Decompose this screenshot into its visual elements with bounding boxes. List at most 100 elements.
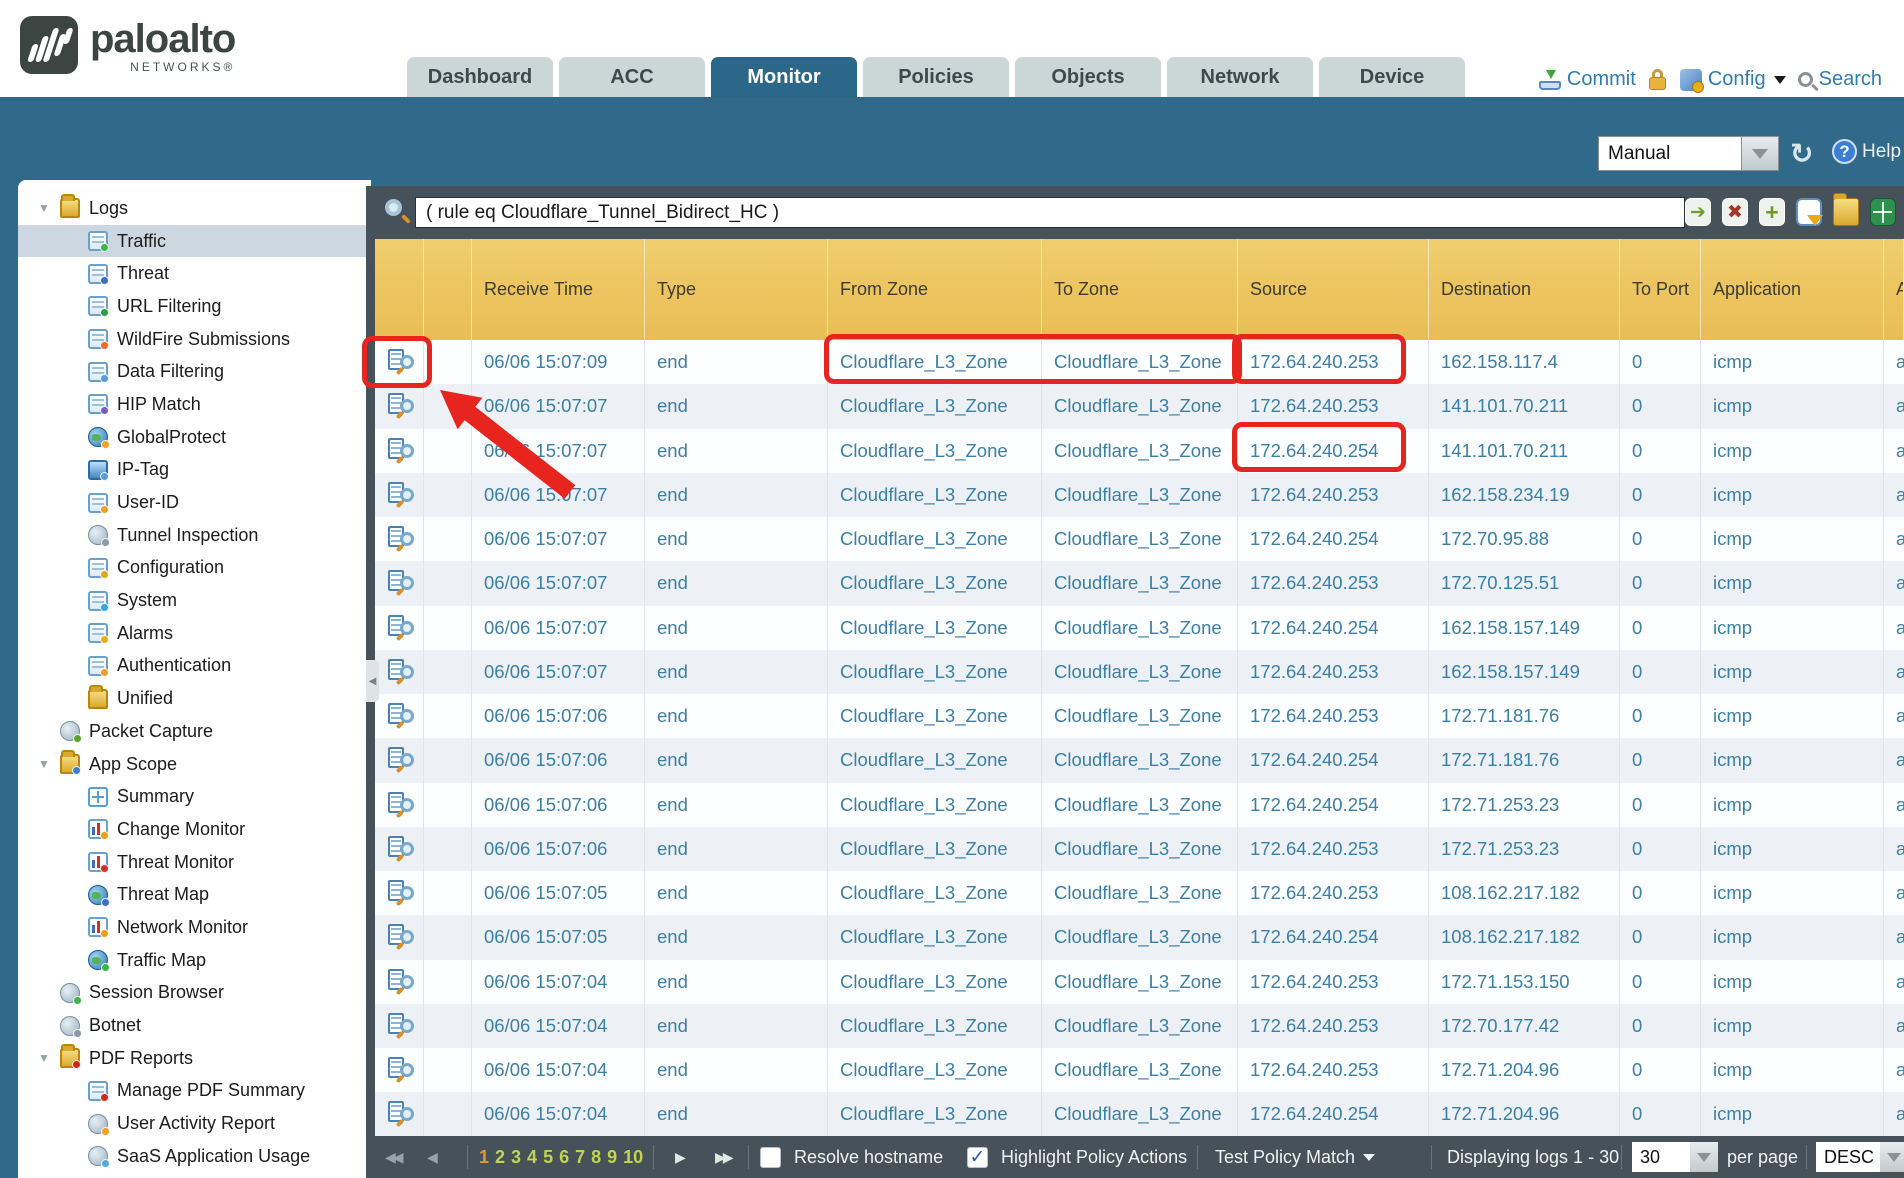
action-cell[interactable]: a: [1884, 429, 1904, 473]
application-cell[interactable]: icmp: [1701, 783, 1884, 827]
sidebar-item-threat-monitor[interactable]: Threat Monitor: [18, 846, 371, 879]
to-port-cell[interactable]: 0: [1620, 473, 1701, 517]
column-header-application[interactable]: Application: [1701, 239, 1884, 340]
application-cell[interactable]: icmp: [1701, 384, 1884, 428]
to-port-cell[interactable]: 0: [1620, 1092, 1701, 1136]
application-cell[interactable]: icmp: [1701, 340, 1884, 384]
sort-order-select[interactable]: DESC: [1816, 1136, 1904, 1178]
source-cell[interactable]: 172.64.240.253: [1238, 340, 1429, 384]
sidebar-item-system[interactable]: System: [18, 584, 371, 617]
type-cell[interactable]: end: [645, 384, 828, 428]
refresh-interval-select[interactable]: Manual: [1598, 136, 1779, 171]
sidebar-item-logs[interactable]: ▼Logs: [18, 192, 371, 225]
column-header-source[interactable]: Source: [1238, 239, 1429, 340]
action-cell[interactable]: a: [1884, 561, 1904, 605]
destination-cell[interactable]: 172.71.181.76: [1429, 694, 1620, 738]
application-cell[interactable]: icmp: [1701, 1048, 1884, 1092]
action-cell[interactable]: a: [1884, 694, 1904, 738]
log-detail-icon[interactable]: [388, 880, 414, 906]
type-cell[interactable]: end: [645, 517, 828, 561]
to-port-cell[interactable]: 0: [1620, 871, 1701, 915]
action-cell[interactable]: a: [1884, 1048, 1904, 1092]
action-cell[interactable]: a: [1884, 783, 1904, 827]
from-zone-cell[interactable]: Cloudflare_L3_Zone: [828, 827, 1042, 871]
destination-cell[interactable]: 172.71.153.150: [1429, 960, 1620, 1004]
action-cell[interactable]: a: [1884, 340, 1904, 384]
source-cell[interactable]: 172.64.240.253: [1238, 650, 1429, 694]
to-port-cell[interactable]: 0: [1620, 694, 1701, 738]
sidebar-item-data-filtering[interactable]: Data Filtering: [18, 355, 371, 388]
to-port-cell[interactable]: 0: [1620, 384, 1701, 428]
destination-cell[interactable]: 172.70.125.51: [1429, 561, 1620, 605]
type-cell[interactable]: end: [645, 738, 828, 782]
source-cell[interactable]: 172.64.240.254: [1238, 1092, 1429, 1136]
action-cell[interactable]: a: [1884, 606, 1904, 650]
from-zone-cell[interactable]: Cloudflare_L3_Zone: [828, 915, 1042, 959]
from-zone-cell[interactable]: Cloudflare_L3_Zone: [828, 1048, 1042, 1092]
sidebar-item-alarms[interactable]: Alarms: [18, 617, 371, 650]
page-number-9[interactable]: 9: [607, 1147, 617, 1168]
config-menu-button[interactable]: Config: [1680, 68, 1786, 91]
to-port-cell[interactable]: 0: [1620, 783, 1701, 827]
log-detail-icon[interactable]: [388, 836, 414, 862]
from-zone-cell[interactable]: Cloudflare_L3_Zone: [828, 429, 1042, 473]
application-cell[interactable]: icmp: [1701, 606, 1884, 650]
page-number-1[interactable]: 1: [479, 1147, 489, 1168]
sidebar-item-botnet[interactable]: Botnet: [18, 1009, 371, 1042]
source-cell[interactable]: 172.64.240.253: [1238, 871, 1429, 915]
destination-cell[interactable]: 172.71.253.23: [1429, 783, 1620, 827]
application-cell[interactable]: icmp: [1701, 429, 1884, 473]
from-zone-cell[interactable]: Cloudflare_L3_Zone: [828, 694, 1042, 738]
type-cell[interactable]: end: [645, 827, 828, 871]
source-cell[interactable]: 172.64.240.253: [1238, 1004, 1429, 1048]
tab-acc[interactable]: ACC: [559, 57, 705, 97]
sidebar-item-network-monitor[interactable]: Network Monitor: [18, 911, 371, 944]
to-port-cell[interactable]: 0: [1620, 650, 1701, 694]
tab-network[interactable]: Network: [1167, 57, 1313, 97]
column-header-to-port[interactable]: To Port: [1620, 239, 1701, 340]
destination-cell[interactable]: 172.71.204.96: [1429, 1092, 1620, 1136]
action-cell[interactable]: a: [1884, 517, 1904, 561]
destination-cell[interactable]: 172.71.181.76: [1429, 738, 1620, 782]
source-cell[interactable]: 172.64.240.253: [1238, 960, 1429, 1004]
source-cell[interactable]: 172.64.240.254: [1238, 517, 1429, 561]
test-policy-match-button[interactable]: Test Policy Match: [1215, 1136, 1375, 1178]
sidebar-item-threat-map[interactable]: Threat Map: [18, 878, 371, 911]
log-detail-icon[interactable]: [388, 1057, 414, 1083]
destination-cell[interactable]: 162.158.234.19: [1429, 473, 1620, 517]
to-zone-cell[interactable]: Cloudflare_L3_Zone: [1042, 473, 1238, 517]
page-number-8[interactable]: 8: [591, 1147, 601, 1168]
sidebar-item-threat[interactable]: Threat: [18, 257, 371, 290]
column-header-to-zone[interactable]: To Zone: [1042, 239, 1238, 340]
sidebar-item-tunnel-inspection[interactable]: Tunnel Inspection: [18, 519, 371, 552]
column-header-from-zone[interactable]: From Zone: [828, 239, 1042, 340]
source-cell[interactable]: 172.64.240.254: [1238, 606, 1429, 650]
to-zone-cell[interactable]: Cloudflare_L3_Zone: [1042, 915, 1238, 959]
refresh-interval-caret[interactable]: [1742, 136, 1779, 171]
sidebar-item-packet-capture[interactable]: Packet Capture: [18, 715, 371, 748]
to-port-cell[interactable]: 0: [1620, 1004, 1701, 1048]
type-cell[interactable]: end: [645, 915, 828, 959]
column-header-a[interactable]: A: [1884, 239, 1904, 340]
tab-objects[interactable]: Objects: [1015, 57, 1161, 97]
log-detail-icon[interactable]: [388, 349, 414, 375]
from-zone-cell[interactable]: Cloudflare_L3_Zone: [828, 783, 1042, 827]
application-cell[interactable]: icmp: [1701, 517, 1884, 561]
sidebar-item-summary[interactable]: Summary: [18, 780, 371, 813]
log-detail-icon[interactable]: [388, 526, 414, 552]
from-zone-cell[interactable]: Cloudflare_L3_Zone: [828, 1092, 1042, 1136]
next-page-button[interactable]: ▶: [675, 1136, 683, 1178]
sidebar-item-globalprotect[interactable]: GlobalProtect: [18, 421, 371, 454]
action-cell[interactable]: a: [1884, 960, 1904, 1004]
sidebar-item-ip-tag[interactable]: IP-Tag: [18, 454, 371, 487]
action-cell[interactable]: a: [1884, 384, 1904, 428]
from-zone-cell[interactable]: Cloudflare_L3_Zone: [828, 650, 1042, 694]
add-filter-button[interactable]: +: [1759, 198, 1785, 226]
type-cell[interactable]: end: [645, 1048, 828, 1092]
search-button[interactable]: Search: [1798, 68, 1882, 91]
destination-cell[interactable]: 172.70.177.42: [1429, 1004, 1620, 1048]
type-cell[interactable]: end: [645, 1092, 828, 1136]
to-port-cell[interactable]: 0: [1620, 915, 1701, 959]
last-page-button[interactable]: ▶▶: [715, 1136, 731, 1178]
action-cell[interactable]: a: [1884, 650, 1904, 694]
